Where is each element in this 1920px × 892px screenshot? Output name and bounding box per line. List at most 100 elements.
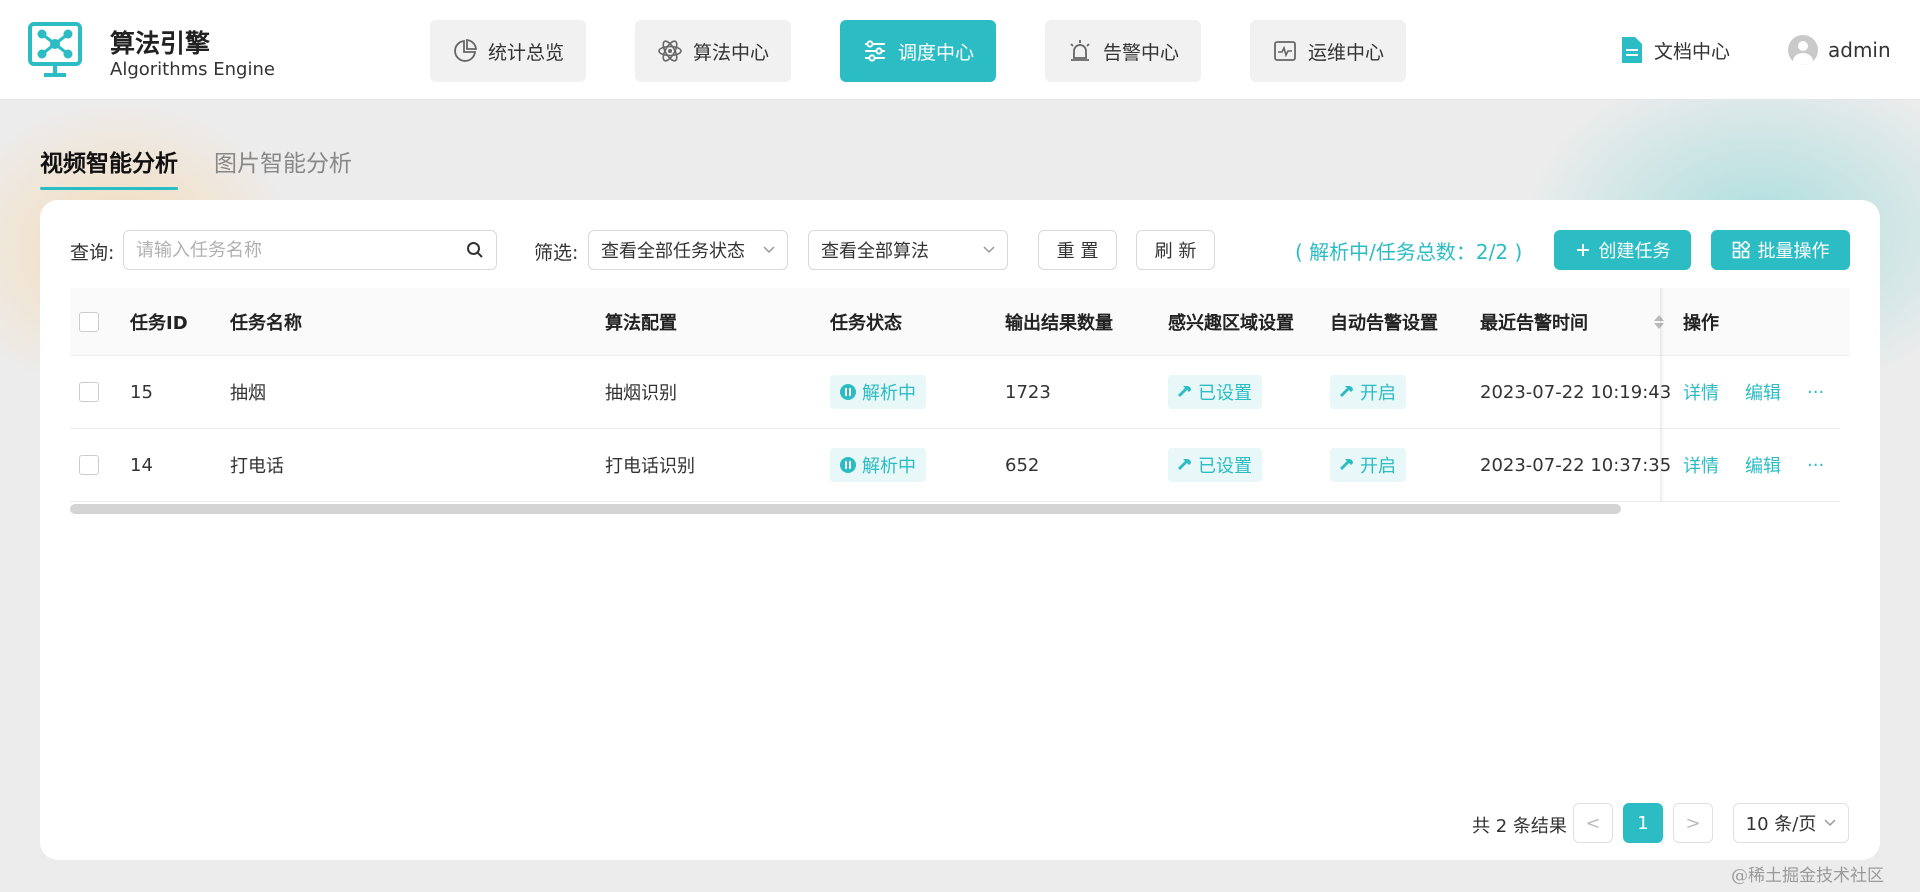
query-label: 查询: xyxy=(70,242,115,264)
chevron-down-icon xyxy=(983,246,995,254)
avatar xyxy=(1788,35,1818,65)
horizontal-scrollbar[interactable] xyxy=(70,504,1621,514)
row-checkbox[interactable] xyxy=(79,382,99,402)
tab-image-analysis[interactable]: 图片智能分析 xyxy=(214,144,352,178)
alarm-setting-tag[interactable]: 开启 xyxy=(1330,375,1406,409)
nav-label: 运维中心 xyxy=(1307,41,1384,64)
nav-alarm-center[interactable]: 告警中心 xyxy=(1045,20,1201,82)
nav-label: 算法中心 xyxy=(692,41,769,64)
alarm-setting-tag[interactable]: 开启 xyxy=(1330,448,1406,482)
edit-link[interactable]: 编辑 xyxy=(1745,452,1781,478)
create-task-button[interactable]: 创建任务 xyxy=(1554,230,1691,270)
status-badge: 解析中 xyxy=(830,448,926,482)
prev-page-button[interactable]: < xyxy=(1573,803,1613,843)
actions-cell: 详情 编辑 ··· xyxy=(1683,356,1824,428)
last-alarm-time: 2023-07-22 10:37:35 xyxy=(1480,454,1672,476)
row-checkbox[interactable] xyxy=(79,455,99,475)
output-count: 1723 xyxy=(1005,381,1051,403)
grid-icon xyxy=(1732,241,1750,259)
nav-ops-center[interactable]: 运维中心 xyxy=(1250,20,1406,82)
column-header-name: 任务名称 xyxy=(230,313,302,334)
brand-subtitle: Algorithms Engine xyxy=(110,59,275,80)
status-cell: 解析中 xyxy=(830,429,926,501)
last-alarm-time: 2023-07-22 10:19:43 xyxy=(1480,381,1672,403)
nav-dispatch-center[interactable]: 调度中心 xyxy=(840,20,996,82)
task-id: 14 xyxy=(130,454,153,476)
page-size-select[interactable]: 10 条/页 xyxy=(1733,803,1849,843)
batch-operation-button[interactable]: 批量操作 xyxy=(1711,230,1850,270)
document-icon xyxy=(1622,37,1642,63)
more-actions-icon[interactable]: ··· xyxy=(1807,382,1824,403)
roi-cell: 已设置 xyxy=(1168,356,1262,428)
wrench-icon xyxy=(1178,459,1191,470)
docs-center-link[interactable]: 文档中心 xyxy=(1620,30,1730,70)
alarm-label: 开启 xyxy=(1360,383,1396,404)
task-name: 抽烟 xyxy=(230,383,266,404)
nav-algorithm-center[interactable]: 算法中心 xyxy=(635,20,791,82)
edit-link[interactable]: 编辑 xyxy=(1745,379,1781,405)
roi-setting-tag[interactable]: 已设置 xyxy=(1168,448,1262,482)
next-page-button[interactable]: > xyxy=(1673,803,1713,843)
alarm-icon xyxy=(1070,40,1090,61)
chevron-down-icon xyxy=(1824,819,1836,827)
select-all-checkbox[interactable] xyxy=(79,312,99,332)
more-actions-icon[interactable]: ··· xyxy=(1807,455,1824,476)
status-label: 解析中 xyxy=(862,456,916,477)
roi-label: 已设置 xyxy=(1198,456,1252,477)
filter-label: 筛选: xyxy=(534,242,579,264)
sliders-icon xyxy=(864,40,885,62)
task-name: 打电话 xyxy=(230,456,284,477)
brand-title: 算法引擎 xyxy=(110,29,211,58)
alarm-label: 开启 xyxy=(1360,456,1396,477)
column-header-output-count: 输出结果数量 xyxy=(1005,313,1113,334)
column-header-roi: 感兴趣区域设置 xyxy=(1168,313,1294,334)
wrench-icon xyxy=(1340,386,1353,397)
reset-button[interactable]: 重 置 xyxy=(1038,230,1117,270)
column-header-last-alarm-time[interactable]: 最近告警时间 xyxy=(1480,288,1664,356)
table-header: 任务ID 任务名称 算法配置 任务状态 输出结果数量 感兴趣区域设置 自动告警设… xyxy=(70,288,1850,356)
search-input[interactable] xyxy=(136,239,466,261)
table-row: 14 打电话 打电话识别 解析中 652 已设置 开启 2023-07-22 1… xyxy=(70,429,1840,502)
nav-label: 统计总览 xyxy=(487,41,564,64)
roi-setting-tag[interactable]: 已设置 xyxy=(1168,375,1262,409)
status-filter-select[interactable]: 查看全部任务状态 xyxy=(588,230,788,270)
page-size-value: 10 条/页 xyxy=(1745,814,1817,835)
monitor-pulse-icon xyxy=(1274,41,1296,61)
docs-center-label: 文档中心 xyxy=(1654,40,1731,63)
detail-link[interactable]: 详情 xyxy=(1683,452,1719,478)
roi-cell: 已设置 xyxy=(1168,429,1262,501)
pause-icon xyxy=(840,457,856,473)
column-header-status: 任务状态 xyxy=(830,313,902,334)
refresh-button[interactable]: 刷 新 xyxy=(1136,230,1215,270)
task-algorithm: 打电话识别 xyxy=(605,456,695,477)
status-cell: 解析中 xyxy=(830,356,926,428)
chevron-down-icon xyxy=(763,246,775,254)
column-header-label: 最近告警时间 xyxy=(1480,313,1588,334)
pagination-total: 共 2 条结果 xyxy=(1472,816,1567,837)
task-search-box xyxy=(123,230,497,270)
wrench-icon xyxy=(1340,459,1353,470)
atom-icon xyxy=(658,40,682,62)
nav-label: 调度中心 xyxy=(897,41,974,64)
status-badge: 解析中 xyxy=(830,375,926,409)
detail-link[interactable]: 详情 xyxy=(1683,379,1719,405)
page-button-current[interactable]: 1 xyxy=(1623,803,1663,843)
column-header-algorithm: 算法配置 xyxy=(605,313,677,334)
user-menu[interactable]: admin xyxy=(1788,30,1891,70)
algorithm-filter-value: 查看全部算法 xyxy=(821,241,929,262)
batch-operation-label: 批量操作 xyxy=(1757,241,1830,262)
tab-video-analysis[interactable]: 视频智能分析 xyxy=(40,144,178,190)
top-header: 算法引擎 Algorithms Engine 统计总览 算法中心 调度中心 告警… xyxy=(0,0,1920,100)
nav-label: 告警中心 xyxy=(1102,41,1179,64)
watermark: @稀土掘金技术社区 xyxy=(1731,866,1884,886)
pause-icon xyxy=(840,384,856,400)
algorithm-filter-select[interactable]: 查看全部算法 xyxy=(808,230,1008,270)
row-select-cell xyxy=(79,429,99,501)
fixed-column-shadow xyxy=(1660,288,1664,502)
roi-label: 已设置 xyxy=(1198,383,1252,404)
table-row: 15 抽烟 抽烟识别 解析中 1723 已设置 开启 2023-07-22 10… xyxy=(70,356,1840,429)
output-count: 652 xyxy=(1005,454,1040,476)
alarm-cell: 开启 xyxy=(1330,356,1406,428)
search-icon[interactable] xyxy=(466,241,484,259)
nav-stats-overview[interactable]: 统计总览 xyxy=(430,20,586,82)
